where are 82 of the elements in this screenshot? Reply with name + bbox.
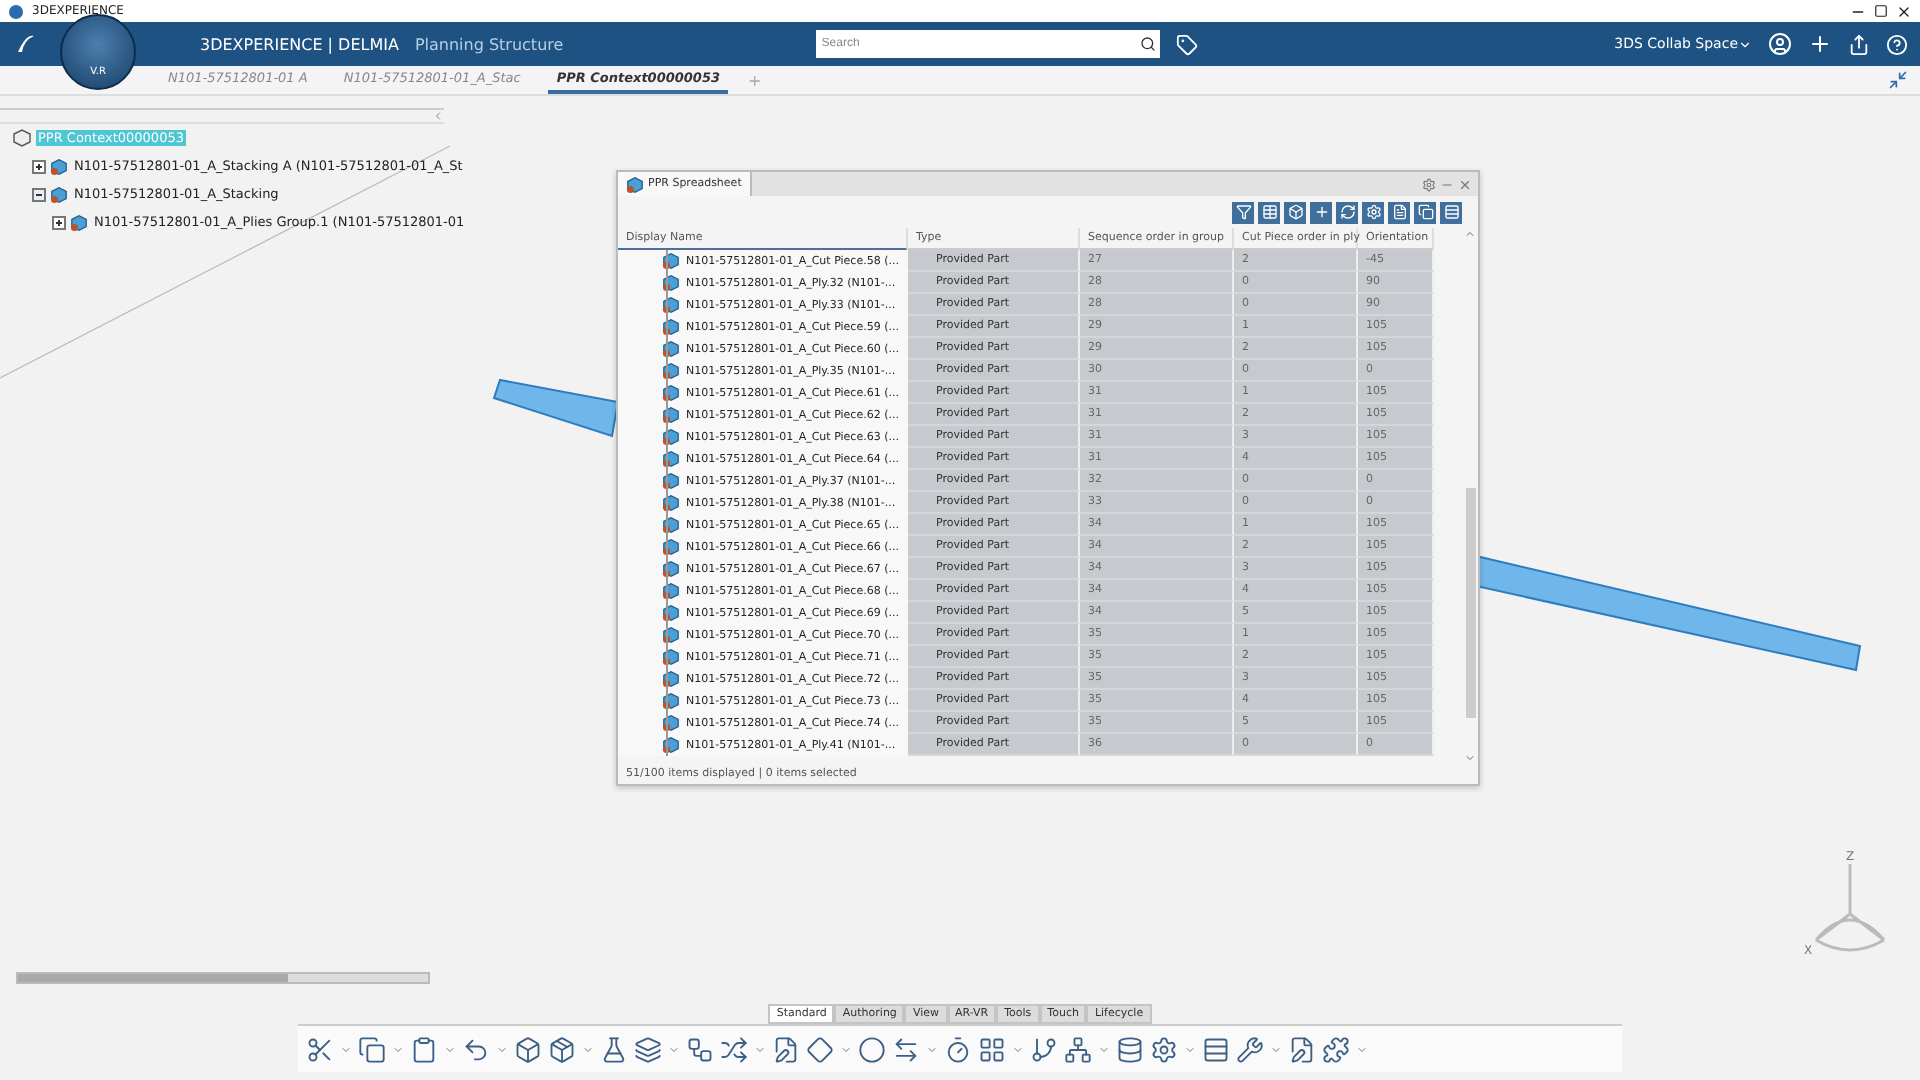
part-icon xyxy=(662,582,680,600)
circle-icon[interactable] xyxy=(858,1035,886,1063)
scrollbar-thumb[interactable] xyxy=(1465,488,1475,718)
settings-icon[interactable] xyxy=(1422,177,1436,191)
table-icon[interactable] xyxy=(1258,201,1280,223)
wrench-icon[interactable] xyxy=(1236,1035,1264,1063)
part-icon xyxy=(662,428,680,446)
database-icon[interactable] xyxy=(1116,1035,1144,1063)
filter-icon[interactable] xyxy=(1232,201,1254,223)
part-icon xyxy=(662,472,680,490)
spreadsheet-icon xyxy=(626,175,644,193)
app-icon xyxy=(8,3,24,19)
rows-icon[interactable] xyxy=(1440,201,1462,223)
scissors-icon[interactable] xyxy=(306,1035,334,1063)
part-icon xyxy=(662,296,680,314)
part-icon xyxy=(662,560,680,578)
flask-icon[interactable] xyxy=(600,1035,628,1063)
part-icon xyxy=(662,494,680,512)
part-icon xyxy=(662,626,680,644)
caret-icon[interactable] xyxy=(1738,37,1753,51)
document-pen-icon[interactable] xyxy=(1288,1035,1316,1063)
part-icon xyxy=(662,538,680,556)
maximize-icon[interactable] xyxy=(1874,4,1888,18)
part-icon xyxy=(662,406,680,424)
part-icon xyxy=(662,384,680,402)
settings-icon[interactable] xyxy=(1362,201,1384,223)
collapse-toggle[interactable] xyxy=(32,187,46,201)
search-button[interactable] xyxy=(1135,30,1160,58)
help-icon[interactable] xyxy=(1886,33,1909,55)
part-icon xyxy=(662,274,680,292)
scrollbar[interactable] xyxy=(16,972,430,984)
part-icon xyxy=(662,736,680,754)
copy-icon[interactable] xyxy=(1414,201,1436,223)
timer-icon[interactable] xyxy=(944,1035,972,1063)
close-icon[interactable] xyxy=(1896,3,1912,19)
context-icon xyxy=(12,128,32,148)
tag-icon[interactable] xyxy=(1175,33,1198,55)
ply-beam xyxy=(492,378,620,438)
puzzle-icon[interactable] xyxy=(1322,1035,1350,1063)
rows-icon[interactable] xyxy=(1202,1035,1230,1063)
network-icon[interactable] xyxy=(1064,1035,1092,1063)
package-icon[interactable] xyxy=(548,1035,576,1063)
swap-arrows-icon[interactable] xyxy=(892,1035,920,1063)
part-icon xyxy=(662,318,680,336)
diamond-icon[interactable] xyxy=(806,1035,834,1063)
shuffle-icon[interactable] xyxy=(720,1035,748,1063)
part-icon xyxy=(662,252,680,270)
settings-icon[interactable] xyxy=(1150,1035,1178,1063)
document-icon[interactable] xyxy=(1388,201,1410,223)
layers-icon[interactable] xyxy=(634,1035,662,1063)
part-icon xyxy=(662,714,680,732)
grid-icon[interactable] xyxy=(978,1035,1006,1063)
paste-icon[interactable] xyxy=(410,1035,438,1063)
part-icon xyxy=(662,648,680,666)
part-icon xyxy=(50,185,68,203)
app-name: Planning Structure xyxy=(414,35,566,53)
expand-toggle[interactable] xyxy=(32,159,46,173)
undo-icon[interactable] xyxy=(462,1035,490,1063)
part-icon xyxy=(662,340,680,358)
share-icon[interactable] xyxy=(1848,33,1871,55)
collapse-icon[interactable] xyxy=(1888,70,1908,90)
part-icon xyxy=(662,362,680,380)
plus-icon[interactable] xyxy=(1310,201,1332,223)
part-icon xyxy=(662,692,680,710)
workflow-icon[interactable] xyxy=(686,1035,714,1063)
cube-icon[interactable] xyxy=(514,1035,542,1063)
refresh-icon[interactable] xyxy=(1336,201,1358,223)
part-icon xyxy=(662,604,680,622)
cube-icon[interactable] xyxy=(1284,201,1306,223)
part-icon xyxy=(662,516,680,534)
add-icon[interactable] xyxy=(1808,32,1833,56)
search-icon[interactable] xyxy=(1139,36,1156,52)
copy-icon[interactable] xyxy=(358,1035,386,1063)
expand-toggle[interactable] xyxy=(52,215,66,229)
part-icon xyxy=(662,670,680,688)
part-icon xyxy=(70,213,88,231)
edit-document-icon[interactable] xyxy=(772,1035,800,1063)
part-icon xyxy=(662,450,680,468)
user-icon[interactable] xyxy=(1768,32,1793,56)
part-icon xyxy=(50,157,68,175)
branch-icon[interactable] xyxy=(1030,1035,1058,1063)
brand-title: 3DEXPERIENCE | DELMIA xyxy=(200,35,399,53)
